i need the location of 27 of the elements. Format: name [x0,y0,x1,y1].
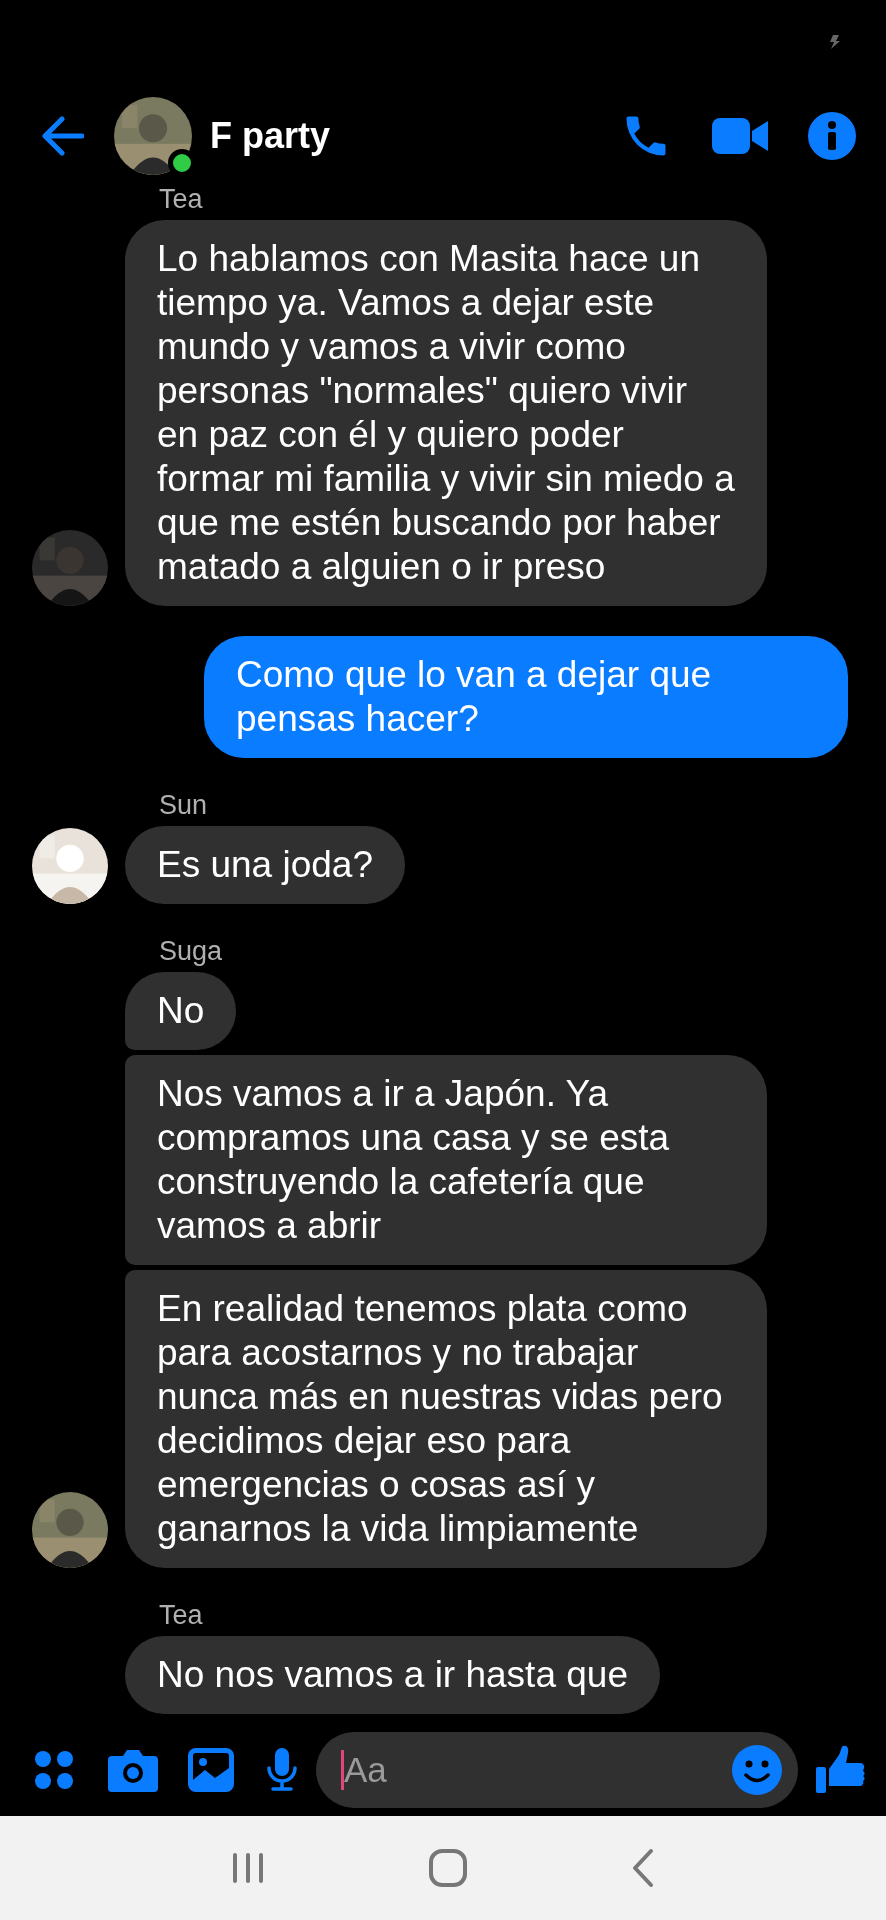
home-button[interactable] [428,1848,468,1889]
info-icon[interactable] [808,112,856,161]
message-bubble: En realidad tenemos plata como para acostarnos y no trabajar nunca más en nuestras vidas pero decidimos dejar eso para emergencias o cosas así y ganarnos la vida limpiamente [125,1269,767,1568]
message-bubble: Nos vamos a ir a Japón. Ya compramos una casa y se esta construyendo la cafetería que vamos a abrir [125,1054,767,1265]
image-icon[interactable] [188,1747,234,1792]
video-camera-icon[interactable] [712,116,768,157]
thumbs-up-icon[interactable] [816,1744,866,1795]
message-bubble: No [125,971,237,1050]
sender-name: Sun [159,788,209,822]
microphone-icon[interactable] [266,1747,298,1792]
sender-name: Suga [159,934,224,968]
message-bubble: No nos vamos a ir hasta que [125,1635,660,1714]
sender-name: Tea [159,187,204,216]
message-field[interactable]: Aa [316,1731,798,1808]
message-bubble: Como que lo van a dejar que pensas hacer? [204,635,848,758]
chat-title: F party [210,114,331,159]
message-bubble: Lo hablamos con Masita hace un tiempo ya. Vamos a dejar este mundo y vamos a vivir como personas "normales" quiero vivir en paz con él y quiero poder formar mi familia y vivir sin miedo a que me estén buscando por haber matado a alguien o ir preso [125,219,767,606]
camera-icon[interactable] [108,1747,158,1792]
flash-icon [830,35,840,50]
back-button[interactable] [40,116,84,157]
back-button[interactable] [630,1848,655,1889]
text-cursor [341,1749,344,1790]
sender-name: Tea [159,1598,204,1632]
recent-apps-button[interactable] [231,1852,266,1885]
emoji-icon[interactable] [732,1744,782,1795]
apps-icon[interactable] [34,1749,74,1790]
message-bubble: Es una joda? [125,825,405,904]
